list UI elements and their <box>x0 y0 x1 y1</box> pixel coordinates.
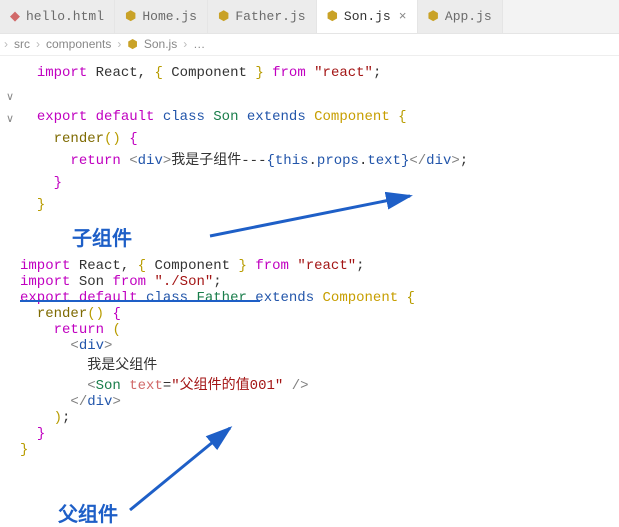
tab-home-js[interactable]: ⬢ Home.js <box>115 0 208 33</box>
js-file-icon: ⬢ <box>127 37 137 51</box>
tab-label: hello.html <box>26 9 104 24</box>
annotation-label-child: 子组件 <box>72 222 132 251</box>
annotation-underline <box>20 300 260 302</box>
tab-son-js[interactable]: ⬢ Son.js × <box>317 0 418 33</box>
annotation-label-parent: 父组件 <box>58 498 118 527</box>
js-file-icon: ⬢ <box>125 9 136 24</box>
tab-hello-html[interactable]: ◆ hello.html <box>0 0 115 33</box>
fold-caret-icon[interactable]: ∨ <box>6 108 14 130</box>
tab-label: Father.js <box>235 9 305 24</box>
editor-son[interactable]: ∨ ∨ import React, { Component } from "re… <box>0 56 619 216</box>
chevron-right-icon: › <box>117 37 121 51</box>
js-file-icon: ⬢ <box>218 9 229 24</box>
breadcrumb-item[interactable]: components <box>46 37 111 51</box>
close-icon[interactable]: × <box>399 9 407 24</box>
breadcrumb-item[interactable]: … <box>193 37 205 51</box>
tab-label: Home.js <box>142 9 197 24</box>
chevron-right-icon: › <box>36 37 40 51</box>
fold-caret-icon[interactable]: ∨ <box>6 86 14 108</box>
chevron-right-icon: › <box>4 37 8 51</box>
breadcrumb-item[interactable]: Son.js <box>144 37 177 51</box>
tab-app-js[interactable]: ⬢ App.js <box>418 0 503 33</box>
tab-bar: ◆ hello.html ⬢ Home.js ⬢ Father.js ⬢ Son… <box>0 0 619 34</box>
editor-father[interactable]: import React, { Component } from "react"… <box>20 258 607 458</box>
tab-label: App.js <box>445 9 492 24</box>
js-file-icon: ⬢ <box>327 9 338 24</box>
code-content: import React, { Component } from "react"… <box>20 258 607 458</box>
code-content: import React, { Component } from "react"… <box>20 62 619 216</box>
html-file-icon: ◆ <box>10 9 20 24</box>
chevron-right-icon: › <box>183 37 187 51</box>
breadcrumb-item[interactable]: src <box>14 37 30 51</box>
tab-label: Son.js <box>344 9 391 24</box>
breadcrumb[interactable]: › src › components › ⬢ Son.js › … <box>0 34 619 56</box>
js-file-icon: ⬢ <box>428 9 439 24</box>
tab-father-js[interactable]: ⬢ Father.js <box>208 0 317 33</box>
